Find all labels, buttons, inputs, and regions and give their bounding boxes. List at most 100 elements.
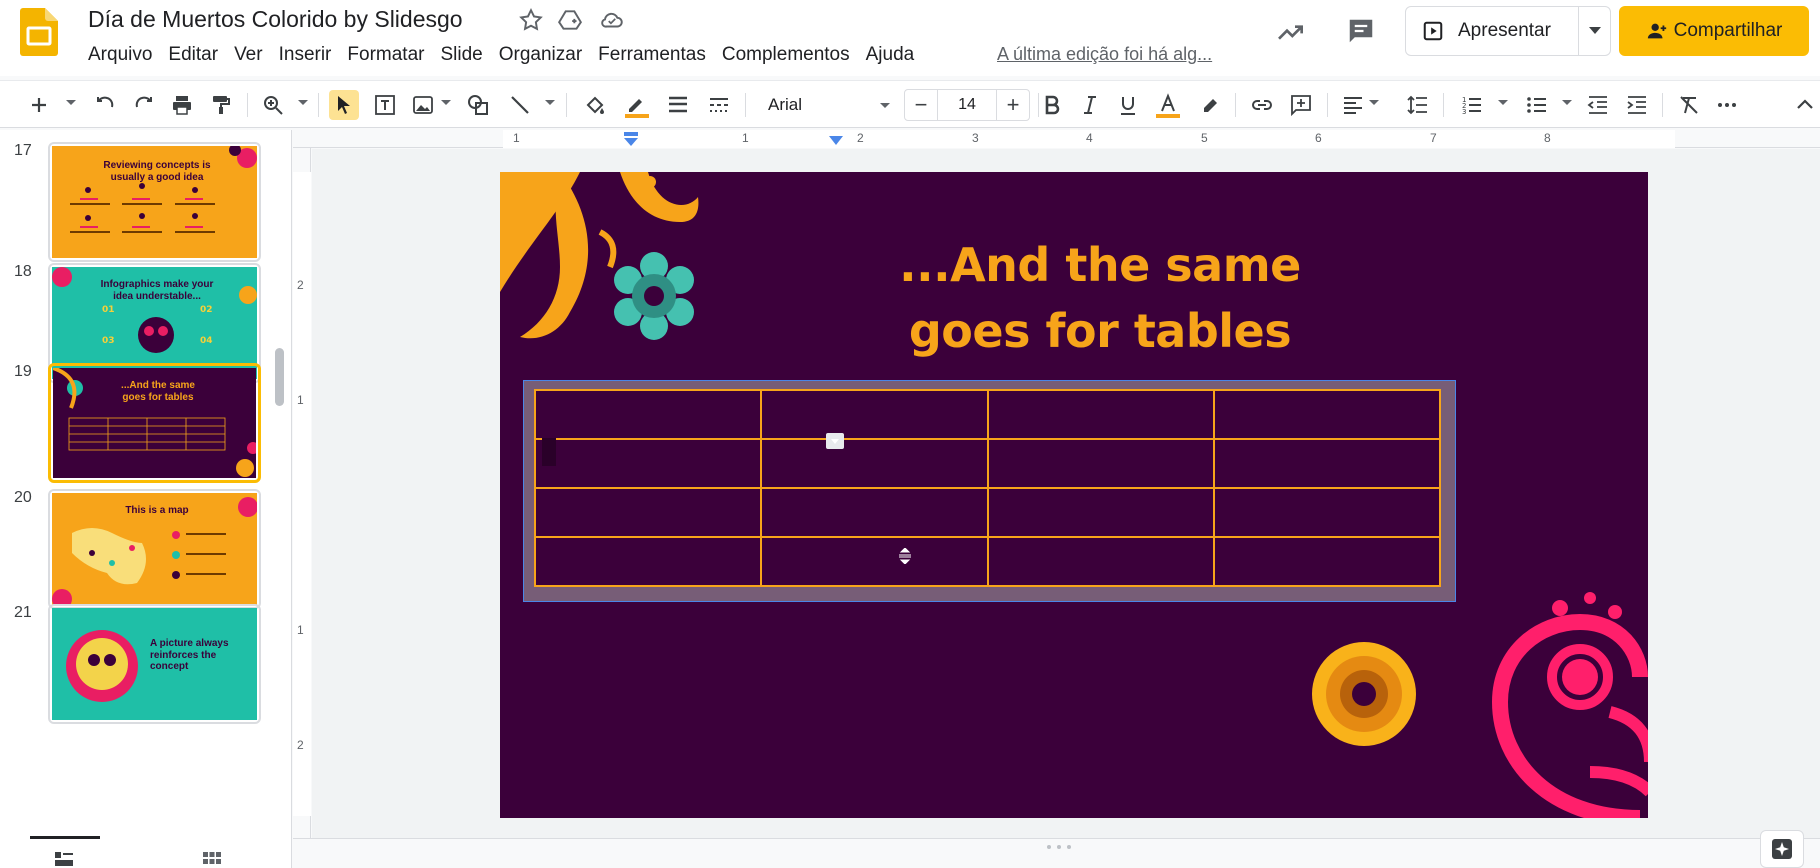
bulleted-list-button[interactable] bbox=[1522, 90, 1552, 120]
document-title[interactable]: Día de Muertos Colorido by Slidesgo bbox=[88, 6, 463, 33]
table-cell[interactable] bbox=[1212, 438, 1442, 489]
menu-editar[interactable]: Editar bbox=[160, 42, 226, 68]
table-cell[interactable] bbox=[986, 438, 1215, 489]
slide-table[interactable] bbox=[533, 389, 1442, 587]
paint-format-button[interactable] bbox=[205, 90, 235, 120]
shape-button[interactable] bbox=[463, 90, 493, 120]
line-spacing-button[interactable] bbox=[1403, 90, 1433, 120]
slide-thumbnail-19[interactable]: ...And the same goes for tables bbox=[48, 363, 261, 483]
insert-image-dropdown[interactable] bbox=[441, 100, 451, 105]
thumbnail-canvas: Reviewing concepts is usually a good ide… bbox=[52, 146, 257, 258]
menu-slide[interactable]: Slide bbox=[432, 42, 490, 68]
table-cell[interactable] bbox=[1212, 487, 1442, 538]
font-size-input[interactable]: 14 bbox=[937, 90, 997, 120]
table-cell[interactable] bbox=[533, 536, 763, 587]
present-button[interactable]: Apresentar bbox=[1406, 7, 1580, 55]
menu-organizar[interactable]: Organizar bbox=[491, 42, 590, 68]
table-cell[interactable] bbox=[760, 438, 989, 489]
font-family-dropdown[interactable] bbox=[880, 103, 890, 108]
share-button[interactable]: Compartilhar bbox=[1619, 6, 1809, 56]
table-cell[interactable] bbox=[760, 389, 989, 440]
insert-link-button[interactable] bbox=[1247, 90, 1277, 120]
increase-font-size-button[interactable]: + bbox=[997, 90, 1029, 120]
drag-handle-icon[interactable] bbox=[1045, 843, 1073, 851]
insert-image-button[interactable] bbox=[408, 90, 438, 120]
add-comment-button[interactable] bbox=[1286, 90, 1316, 120]
filmstrip-scrollbar[interactable] bbox=[275, 348, 284, 406]
present-options-dropdown[interactable] bbox=[1579, 7, 1610, 55]
underline-button[interactable] bbox=[1113, 90, 1143, 120]
align-dropdown[interactable] bbox=[1369, 100, 1379, 105]
print-button[interactable] bbox=[167, 90, 197, 120]
zoom-dropdown[interactable] bbox=[298, 100, 308, 105]
font-family-select[interactable]: Arial bbox=[756, 89, 896, 121]
new-slide-button[interactable] bbox=[24, 90, 54, 120]
menu-ferramentas[interactable]: Ferramentas bbox=[590, 42, 714, 68]
more-options-button[interactable] bbox=[1712, 90, 1742, 120]
table-cell[interactable] bbox=[533, 438, 763, 489]
increase-indent-button[interactable] bbox=[1622, 90, 1652, 120]
indent-marker-icon[interactable] bbox=[623, 132, 639, 146]
slide-thumbnail-17[interactable]: Reviewing concepts is usually a good ide… bbox=[48, 142, 261, 262]
explore-button[interactable] bbox=[1760, 830, 1804, 868]
filmstrip-view-icon[interactable] bbox=[55, 852, 73, 866]
slide-thumbnail-21[interactable]: A picture always reinforces the concept bbox=[48, 604, 261, 724]
last-edit-link[interactable]: A última edição foi há alg... bbox=[997, 44, 1212, 65]
numbered-list-dropdown[interactable] bbox=[1498, 100, 1508, 105]
new-slide-layout-dropdown[interactable] bbox=[66, 100, 76, 105]
comment-history-icon[interactable] bbox=[1346, 16, 1376, 46]
menu-ajuda[interactable]: Ajuda bbox=[858, 42, 923, 68]
table-cell[interactable] bbox=[533, 487, 763, 538]
line-dropdown[interactable] bbox=[545, 100, 555, 105]
cloud-saved-icon[interactable] bbox=[599, 7, 625, 33]
highlight-color-button[interactable] bbox=[1195, 90, 1225, 120]
speaker-notes-divider[interactable] bbox=[293, 838, 1820, 868]
star-icon[interactable] bbox=[518, 7, 544, 33]
move-to-drive-icon[interactable] bbox=[557, 7, 583, 33]
border-weight-button[interactable] bbox=[663, 90, 693, 120]
table-cell[interactable] bbox=[986, 389, 1215, 440]
fill-color-button[interactable] bbox=[580, 90, 610, 120]
bulleted-list-dropdown[interactable] bbox=[1562, 100, 1572, 105]
undo-button[interactable] bbox=[90, 90, 120, 120]
slide-title[interactable]: ...And the same goes for tables bbox=[860, 232, 1340, 364]
slides-logo-icon[interactable] bbox=[20, 8, 58, 56]
grid-view-icon[interactable] bbox=[203, 852, 221, 866]
vertical-ruler[interactable]: 2 1 1 2 bbox=[293, 148, 311, 838]
table-cell[interactable] bbox=[986, 487, 1215, 538]
italic-button[interactable] bbox=[1075, 90, 1105, 120]
decrease-font-size-button[interactable]: − bbox=[905, 90, 937, 120]
cell-options-dropdown[interactable] bbox=[826, 433, 844, 449]
line-button[interactable] bbox=[505, 90, 535, 120]
horizontal-ruler[interactable]: 1 1 2 3 4 5 6 7 8 bbox=[293, 130, 1820, 148]
bold-button[interactable] bbox=[1037, 90, 1067, 120]
menu-inserir[interactable]: Inserir bbox=[271, 42, 340, 68]
collapse-toolbar-button[interactable] bbox=[1790, 90, 1820, 120]
table-cell[interactable] bbox=[760, 536, 989, 587]
row-resize-cursor-icon[interactable] bbox=[897, 548, 913, 564]
text-color-button[interactable] bbox=[1153, 90, 1183, 120]
table-cell[interactable] bbox=[760, 487, 989, 538]
zoom-button[interactable] bbox=[258, 90, 288, 120]
table-cell[interactable] bbox=[1212, 536, 1442, 587]
table-cell[interactable] bbox=[533, 389, 763, 440]
clear-formatting-button[interactable] bbox=[1674, 90, 1704, 120]
slide-number: 21 bbox=[14, 604, 32, 621]
decrease-indent-button[interactable] bbox=[1583, 90, 1613, 120]
align-button[interactable] bbox=[1338, 90, 1368, 120]
menu-formatar[interactable]: Formatar bbox=[339, 42, 432, 68]
numbered-list-button[interactable]: 123 bbox=[1457, 90, 1487, 120]
menu-ver[interactable]: Ver bbox=[226, 42, 271, 68]
activity-dashboard-icon[interactable] bbox=[1275, 16, 1307, 48]
table-cell[interactable] bbox=[1212, 389, 1442, 440]
border-dash-button[interactable] bbox=[704, 90, 734, 120]
border-color-button[interactable] bbox=[622, 90, 652, 120]
select-tool-button[interactable] bbox=[329, 90, 359, 120]
menu-arquivo[interactable]: Arquivo bbox=[80, 42, 160, 68]
table-cell[interactable] bbox=[986, 536, 1215, 587]
slide-thumbnail-20[interactable]: This is a map bbox=[48, 489, 261, 609]
menu-complementos[interactable]: Complementos bbox=[714, 42, 858, 68]
redo-button[interactable] bbox=[129, 90, 159, 120]
right-indent-marker-icon[interactable] bbox=[829, 136, 843, 146]
text-box-button[interactable] bbox=[370, 90, 400, 120]
